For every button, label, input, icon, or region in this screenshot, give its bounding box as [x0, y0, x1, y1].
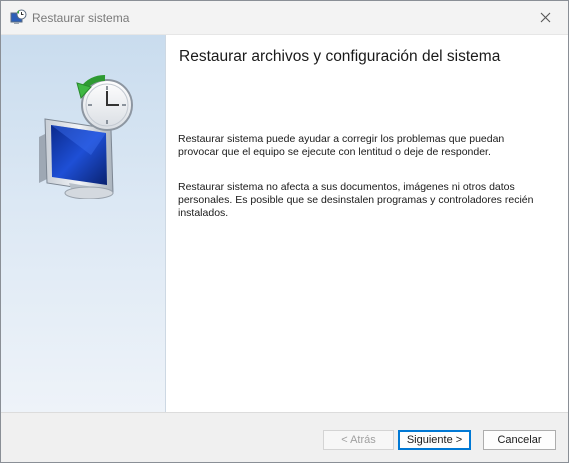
description-paragraph-2: Restaurar sistema no afecta a sus docume… — [178, 181, 534, 219]
system-restore-window: Restaurar sistema Restaurar archivos y c… — [0, 0, 569, 463]
main-content: Restaurar archivos y configuración del s… — [166, 35, 568, 412]
next-button[interactable]: Siguiente > — [398, 430, 471, 450]
close-button[interactable] — [522, 1, 568, 34]
system-restore-monitor-clock-icon — [39, 75, 133, 199]
page-title: Restaurar archivos y configuración del s… — [179, 48, 501, 65]
title-bar[interactable]: Restaurar sistema — [1, 1, 568, 35]
back-button[interactable]: < Atrás — [323, 430, 394, 450]
close-icon — [540, 12, 550, 23]
window-title: Restaurar sistema — [32, 11, 130, 25]
system-restore-icon — [10, 9, 27, 24]
side-panel — [1, 35, 166, 412]
button-bar: < Atrás Siguiente > Cancelar — [1, 412, 568, 462]
description-paragraph-1: Restaurar sistema puede ayudar a corregi… — [178, 133, 505, 158]
cancel-button[interactable]: Cancelar — [483, 430, 556, 450]
